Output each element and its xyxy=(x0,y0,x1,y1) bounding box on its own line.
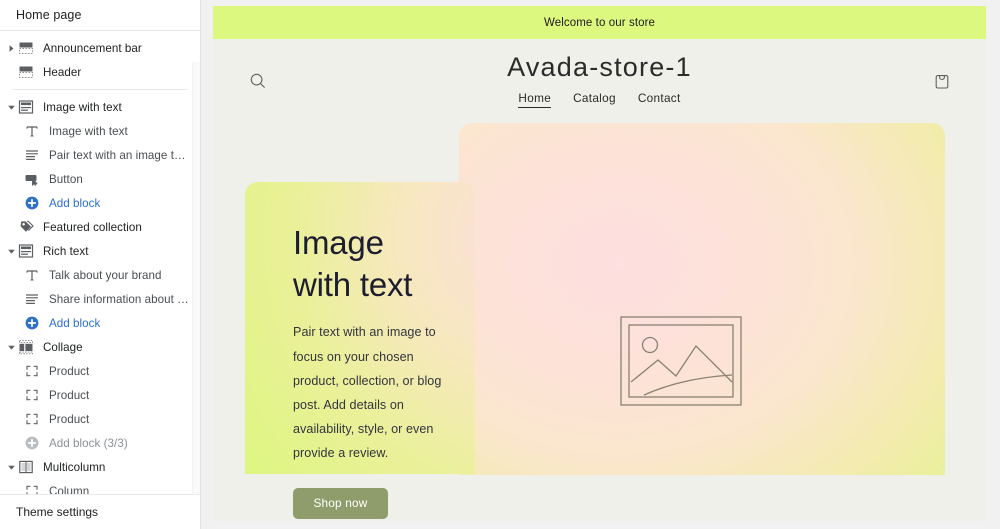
image-with-text-section[interactable]: Image with text Pair text with an image … xyxy=(213,121,986,519)
tree-item-label: Product xyxy=(49,364,90,378)
shopping-bag-icon[interactable] xyxy=(932,71,952,91)
sidebar-scrollbar[interactable] xyxy=(192,62,200,494)
heading-line-1: Image xyxy=(293,224,384,261)
section-row-image-with-text[interactable]: Image with text xyxy=(0,95,200,119)
chevron-down-icon[interactable] xyxy=(4,103,18,112)
image-placeholder-icon xyxy=(620,316,742,406)
section-row-collage[interactable]: Collage xyxy=(0,335,200,359)
block-row-product[interactable]: Product xyxy=(0,359,200,383)
product-frame-icon xyxy=(24,363,40,379)
paragraph-icon xyxy=(24,291,40,307)
paragraph-icon xyxy=(24,147,40,163)
tree-item-label: Image with text xyxy=(49,124,128,138)
chevron-down-icon[interactable] xyxy=(4,463,18,472)
theme-settings-label: Theme settings xyxy=(16,505,99,519)
add-block-row-add-block[interactable]: Add block xyxy=(0,191,200,215)
product-frame-icon xyxy=(24,387,40,403)
theme-preview-pane: Welcome to our store Avada-store-1 Home … xyxy=(201,0,1000,529)
text-heading-icon xyxy=(24,267,40,283)
product-frame-icon xyxy=(24,483,40,494)
image-with-text-media[interactable] xyxy=(459,123,945,475)
page-title: Home page xyxy=(16,8,82,22)
chevron-right-icon[interactable] xyxy=(4,44,18,53)
tree-item-label: Product xyxy=(49,388,90,402)
block-row-product[interactable]: Product xyxy=(0,383,200,407)
add-circle-icon xyxy=(24,315,40,331)
sections-sidebar: Home page Announcement bar Header Image … xyxy=(0,0,201,529)
button-icon xyxy=(24,171,40,187)
chevron-down-icon[interactable] xyxy=(4,247,18,256)
section-row-rich-text[interactable]: Rich text xyxy=(0,239,200,263)
tree-item-label: Button xyxy=(49,172,83,186)
tree-separator xyxy=(12,89,188,90)
price-tag-icon xyxy=(18,219,34,235)
tree-item-label: Add block xyxy=(49,196,101,210)
theme-settings-button[interactable]: Theme settings xyxy=(0,494,200,529)
tree-item-label: Multicolumn xyxy=(43,460,106,474)
add-block-row-add-block[interactable]: Add block xyxy=(0,311,200,335)
block-row-pair-text-with-an-image-to-focu[interactable]: Pair text with an image to focu... xyxy=(0,143,200,167)
store-name[interactable]: Avada-store-1 xyxy=(213,52,986,83)
tree-item-label: Rich text xyxy=(43,244,89,258)
tree-item-label: Product xyxy=(49,412,90,426)
tree-item-label: Featured collection xyxy=(43,220,142,234)
image-with-text-heading: Image with text xyxy=(293,222,475,306)
chevron-down-icon[interactable] xyxy=(4,343,18,352)
section-row-header[interactable]: Header xyxy=(0,60,200,84)
add-circle-icon xyxy=(24,435,40,451)
store-nav[interactable]: Home Catalog Contact xyxy=(213,91,986,108)
tree-item-label: Column xyxy=(49,484,90,495)
tree-item-label: Talk about your brand xyxy=(49,268,162,282)
block-row-column[interactable]: Column xyxy=(0,479,200,494)
nav-link-catalog[interactable]: Catalog xyxy=(573,91,616,108)
theme-editor-window: Home page Announcement bar Header Image … xyxy=(0,0,1000,529)
tree-item-label: Add block xyxy=(49,316,101,330)
nav-link-contact[interactable]: Contact xyxy=(638,91,681,108)
section-row-announcement-bar[interactable]: Announcement bar xyxy=(0,36,200,60)
add-block-row-add-block-3-3[interactable]: Add block (3/3) xyxy=(0,431,200,455)
section-row-multicolumn[interactable]: Multicolumn xyxy=(0,455,200,479)
image-text-section-icon xyxy=(18,99,34,115)
bar-section-icon xyxy=(18,64,34,80)
block-row-button[interactable]: Button xyxy=(0,167,200,191)
block-row-image-with-text[interactable]: Image with text xyxy=(0,119,200,143)
announcement-bar[interactable]: Welcome to our store xyxy=(213,6,986,39)
sections-tree[interactable]: Announcement bar Header Image with text … xyxy=(0,31,200,494)
block-row-talk-about-your-brand[interactable]: Talk about your brand xyxy=(0,263,200,287)
storefront-frame: Welcome to our store Avada-store-1 Home … xyxy=(213,6,986,521)
tree-item-label: Announcement bar xyxy=(43,41,142,55)
announcement-text: Welcome to our store xyxy=(543,16,656,29)
bar-section-icon xyxy=(18,40,34,56)
collage-icon xyxy=(18,339,34,355)
nav-link-home[interactable]: Home xyxy=(518,91,552,108)
section-row-featured-collection[interactable]: Featured collection xyxy=(0,215,200,239)
tree-item-label: Header xyxy=(43,65,82,79)
store-header: Avada-store-1 Home Catalog Contact xyxy=(213,39,986,121)
sidebar-header: Home page xyxy=(0,0,200,31)
heading-line-2: with text xyxy=(293,266,413,304)
tree-item-label: Share information about your b... xyxy=(49,292,192,306)
tree-item-label: Image with text xyxy=(43,100,122,114)
multicolumn-icon xyxy=(18,459,34,475)
image-with-text-body: Pair text with an image to focus on your… xyxy=(293,325,442,461)
add-circle-icon xyxy=(24,195,40,211)
block-row-share-information-about-your-b[interactable]: Share information about your b... xyxy=(0,287,200,311)
tree-item-label: Collage xyxy=(43,340,83,354)
shop-now-button[interactable]: Shop now xyxy=(293,487,388,519)
image-text-section-icon xyxy=(18,243,34,259)
block-row-product[interactable]: Product xyxy=(0,407,200,431)
tree-item-label: Pair text with an image to focu... xyxy=(49,148,192,162)
image-with-text-content[interactable]: Image with text Pair text with an image … xyxy=(245,182,475,519)
tree-item-label: Add block (3/3) xyxy=(49,436,128,450)
text-heading-icon xyxy=(24,123,40,139)
product-frame-icon xyxy=(24,411,40,427)
